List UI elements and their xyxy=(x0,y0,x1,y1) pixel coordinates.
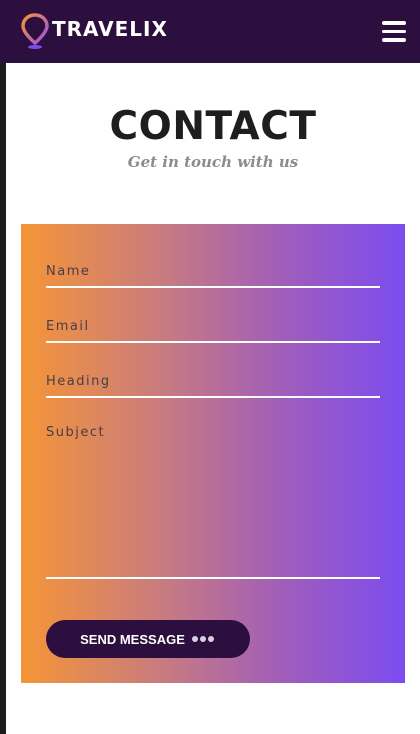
name-input[interactable] xyxy=(46,260,380,283)
contact-form: SEND MESSAGE xyxy=(21,224,405,683)
heading-field-wrapper xyxy=(46,370,380,398)
hamburger-menu-icon xyxy=(382,21,406,42)
name-field-wrapper xyxy=(46,260,380,288)
send-message-button[interactable]: SEND MESSAGE xyxy=(46,620,250,658)
brand-name: TRAVELIX xyxy=(52,17,168,41)
contact-page: CONTACT Get in touch with us SEND MESSAG… xyxy=(6,63,420,734)
email-field-wrapper xyxy=(46,315,380,343)
page-subtitle: Get in touch with us xyxy=(127,153,299,171)
heading-input[interactable] xyxy=(46,370,380,393)
email-input[interactable] xyxy=(46,315,380,338)
subject-textarea[interactable] xyxy=(46,425,380,575)
page-title: CONTACT xyxy=(109,104,317,149)
brand-logo[interactable]: TRAVELIX xyxy=(20,12,168,50)
top-navbar: TRAVELIX xyxy=(0,0,420,63)
menu-button[interactable] xyxy=(382,21,406,43)
dots-icon xyxy=(191,636,216,642)
map-pin-icon xyxy=(21,13,49,49)
subject-field-wrapper xyxy=(46,425,380,579)
send-message-label: SEND MESSAGE xyxy=(80,631,185,647)
